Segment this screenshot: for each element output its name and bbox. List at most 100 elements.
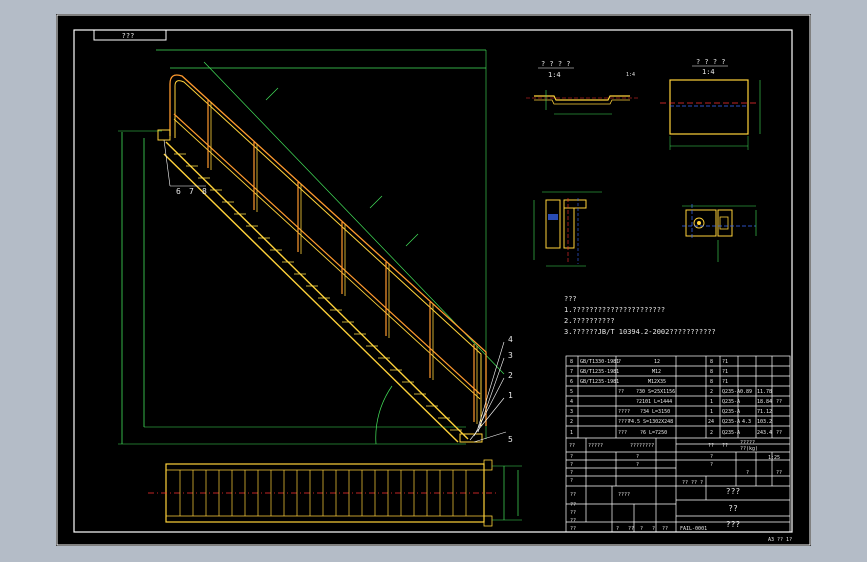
svg-text:243.4: 243.4 bbox=[757, 430, 772, 436]
callout-2: 2 bbox=[508, 371, 513, 380]
svg-text:?: ? bbox=[746, 470, 749, 476]
svg-text:?: ? bbox=[616, 526, 619, 532]
svg-text:?: ? bbox=[618, 359, 621, 365]
svg-text:1: 1 bbox=[710, 399, 713, 405]
svg-text:2: 2 bbox=[570, 419, 573, 425]
callout-7: 7 bbox=[189, 187, 194, 196]
svg-text:11.78: 11.78 bbox=[757, 389, 772, 395]
handrail-mid-outer bbox=[173, 113, 481, 395]
svg-text:??(kg): ??(kg) bbox=[740, 446, 758, 452]
callout-8: 8 bbox=[202, 187, 207, 196]
svg-text:5: 5 bbox=[570, 389, 573, 395]
drawing-canvas: ??? 6 7 8 4 3 2 1 5 ? ? ? ? 1:4 ? ? ? ? … bbox=[56, 14, 811, 546]
svg-text:??: ?? bbox=[618, 389, 624, 395]
svg-text:?: ? bbox=[710, 462, 713, 468]
top-bracket bbox=[157, 129, 171, 141]
svg-text:?1: ?1 bbox=[722, 369, 728, 375]
svg-text:?: ? bbox=[570, 462, 573, 468]
svg-text:?1: ?1 bbox=[722, 359, 728, 365]
svg-text:????: ???? bbox=[618, 492, 630, 498]
svg-text:????????: ???????? bbox=[630, 443, 654, 449]
svg-text:7: 7 bbox=[570, 369, 573, 375]
handrail-top-inner bbox=[174, 80, 482, 426]
notes-heading: ??? bbox=[564, 295, 577, 303]
svg-text:Q235-A: Q235-A bbox=[722, 409, 740, 415]
svg-text:1: 1 bbox=[570, 430, 573, 436]
svg-text:3: 3 bbox=[570, 409, 573, 415]
callout-1: 1 bbox=[508, 391, 513, 400]
svg-text:18.84: 18.84 bbox=[757, 399, 772, 405]
handrail-mid-inner bbox=[173, 118, 481, 400]
svg-text:?30 S=25X1156: ?30 S=25X1156 bbox=[636, 389, 675, 395]
svg-text:??: ?? bbox=[776, 470, 782, 476]
svg-text:8: 8 bbox=[710, 369, 713, 375]
svg-text:8: 8 bbox=[710, 379, 713, 385]
svg-text:?: ? bbox=[570, 478, 573, 484]
svg-text:?: ? bbox=[710, 454, 713, 460]
detail-a-label: ? ? ? ? bbox=[541, 60, 571, 68]
svg-text:Q235-A: Q235-A bbox=[722, 430, 740, 436]
top-title-text: ??? bbox=[122, 32, 135, 40]
drawing-name: ?? bbox=[728, 504, 738, 513]
detail-b-scale: 1:4 bbox=[702, 68, 715, 76]
handrail-top-outer bbox=[169, 74, 487, 426]
svg-text:GB/T1330-1981: GB/T1330-1981 bbox=[580, 359, 619, 365]
stringer-top bbox=[165, 141, 469, 440]
svg-text:?: ? bbox=[636, 454, 639, 460]
svg-text:??: ?? bbox=[570, 492, 576, 498]
svg-text:1: 1 bbox=[710, 409, 713, 415]
svg-text:M12: M12 bbox=[652, 369, 661, 375]
svg-text:??: ?? bbox=[628, 526, 634, 532]
svg-text:??: ?? bbox=[570, 518, 576, 524]
svg-text:0.89: 0.89 bbox=[740, 389, 752, 395]
note-line-2: 2.?????????? bbox=[564, 317, 615, 325]
svg-text:?6 L=7250: ?6 L=7250 bbox=[640, 430, 667, 436]
bom-header: ?? ????? ???????? ?? ?? ????? ??(kg) bbox=[569, 440, 758, 452]
svg-text:8: 8 bbox=[710, 359, 713, 365]
cad-drawing: ??? 6 7 8 4 3 2 1 5 ? ? ? ? 1:4 ? ? ? ? … bbox=[56, 14, 811, 546]
svg-text:4: 4 bbox=[570, 399, 573, 405]
svg-text:2: 2 bbox=[710, 389, 713, 395]
callout-4: 4 bbox=[508, 335, 513, 344]
svg-text:2: 2 bbox=[710, 430, 713, 436]
svg-text:6: 6 bbox=[570, 379, 573, 385]
svg-text:8: 8 bbox=[570, 359, 573, 365]
svg-text:Q235-A: Q235-A bbox=[722, 419, 740, 425]
svg-text:????: ???? bbox=[618, 409, 630, 415]
svg-text:??: ?? bbox=[776, 399, 782, 405]
svg-text:103.2: 103.2 bbox=[757, 419, 772, 425]
inner-border bbox=[73, 29, 793, 533]
svg-text:??: ?? bbox=[722, 443, 728, 449]
svg-text:??: ?? bbox=[570, 510, 576, 516]
section-clamp bbox=[682, 204, 757, 262]
svg-text:24: 24 bbox=[708, 419, 714, 425]
svg-text:Q235-A: Q235-A bbox=[722, 389, 740, 395]
svg-text:??: ?? bbox=[570, 526, 576, 532]
stringer-bottom bbox=[163, 153, 459, 443]
stair-plan-view bbox=[148, 459, 522, 527]
svg-text:4.3: 4.3 bbox=[742, 419, 751, 425]
svg-text:71.12: 71.12 bbox=[757, 409, 772, 415]
detail-b-label: ? ? ? ? bbox=[696, 58, 726, 66]
svg-text:?: ? bbox=[570, 470, 573, 476]
callout-3: 3 bbox=[508, 351, 513, 360]
svg-text:??: ?? bbox=[570, 502, 576, 508]
detail-a: ? ? ? ? 1:4 bbox=[526, 60, 640, 115]
scale-value: 1:25 bbox=[768, 455, 780, 461]
org-name: ??? bbox=[726, 520, 741, 529]
svg-text:??: ?? bbox=[776, 430, 782, 436]
svg-text:M12X35: M12X35 bbox=[648, 379, 666, 385]
detail-b: ? ? ? ? 1:4 bbox=[660, 58, 761, 150]
svg-text:??: ?? bbox=[569, 443, 575, 449]
stair-elevation bbox=[118, 49, 507, 445]
stamp-text: ??? bbox=[726, 487, 741, 496]
callout-6: 6 bbox=[176, 187, 181, 196]
angle-arc bbox=[375, 385, 393, 445]
svg-text:?2101 L=1444: ?2101 L=1444 bbox=[636, 399, 672, 405]
callout-5: 5 bbox=[508, 435, 513, 444]
svg-text:??: ?? bbox=[662, 526, 668, 532]
note-line-3: 3.??????JB/T 10394.2-2002??????????? bbox=[564, 328, 716, 336]
note-line-1: 1.?????????????????????? bbox=[564, 306, 665, 314]
svg-text:?: ? bbox=[636, 462, 639, 468]
detail-a-scale: 1:4 bbox=[548, 71, 561, 79]
